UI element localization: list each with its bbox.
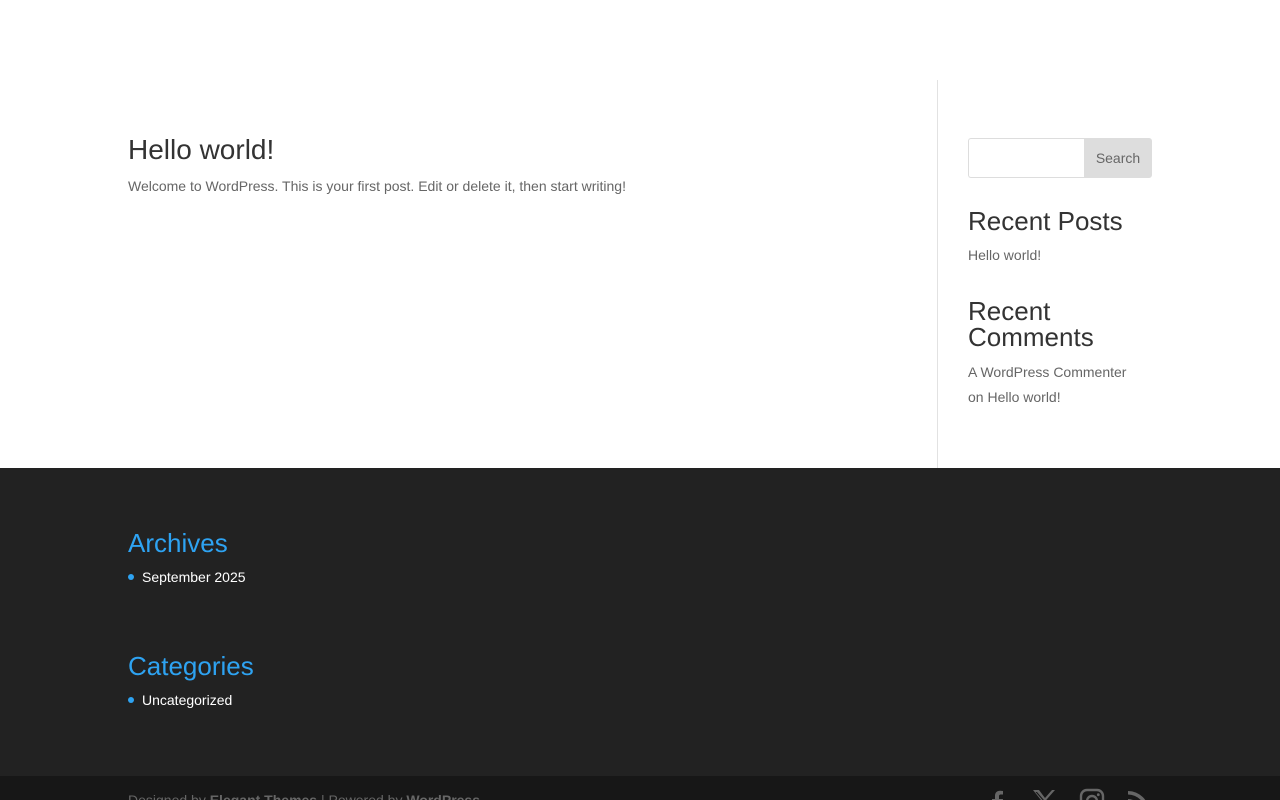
- recent-comments-title: Recent Comments: [968, 296, 1094, 352]
- platform-link[interactable]: WordPress: [406, 792, 480, 800]
- recent-comment-post-line: on Hello world!: [968, 387, 1061, 407]
- page: Hello world! Welcome to WordPress. This …: [0, 0, 1280, 800]
- archives-title: Archives: [128, 528, 228, 558]
- bullet-icon: [128, 574, 134, 581]
- category-link[interactable]: Uncategorized: [142, 692, 232, 708]
- search-input[interactable]: [968, 138, 1085, 178]
- list-item: Uncategorized: [128, 690, 232, 710]
- comment-on-label: on: [968, 389, 984, 405]
- categories-title: Categories: [128, 651, 254, 681]
- site-header: [0, 0, 1280, 80]
- theme-author-link[interactable]: Elegant Themes: [210, 792, 317, 800]
- recent-posts-title: Recent Posts: [968, 206, 1123, 236]
- powered-by-label: | Powered by: [320, 792, 403, 800]
- sidebar-divider: [937, 80, 938, 468]
- bullet-icon: [128, 697, 134, 704]
- sidebar: Search Recent Posts Hello world! Recent …: [968, 80, 1152, 468]
- rss-icon[interactable]: [1126, 788, 1152, 800]
- main-area: Hello world! Welcome to WordPress. This …: [0, 80, 1280, 468]
- post-content: Hello world! Welcome to WordPress. This …: [128, 80, 908, 468]
- footer-credits: Designed by Elegant Themes | Powered by …: [128, 790, 480, 800]
- footer-widgets: Archives September 2025 Categories Uncat…: [0, 468, 1280, 776]
- recent-comment-author-line: A WordPress Commenter: [968, 362, 1126, 382]
- comment-post-link[interactable]: Hello world!: [987, 389, 1060, 405]
- recent-post-link[interactable]: Hello world!: [968, 245, 1041, 265]
- list-item: September 2025: [128, 567, 246, 587]
- designed-by-label: Designed by: [128, 792, 206, 800]
- facebook-icon[interactable]: [984, 788, 1010, 800]
- instagram-icon[interactable]: [1079, 788, 1105, 800]
- archive-link[interactable]: September 2025: [142, 569, 246, 585]
- bottom-bar: Designed by Elegant Themes | Powered by …: [0, 776, 1280, 800]
- post-excerpt: Welcome to WordPress. This is your first…: [128, 178, 626, 194]
- post-title[interactable]: Hello world!: [128, 132, 274, 168]
- search-button[interactable]: Search: [1084, 138, 1152, 178]
- x-icon[interactable]: [1031, 788, 1057, 800]
- comment-author-link[interactable]: A WordPress Commenter: [968, 364, 1126, 380]
- search-form: Search: [968, 138, 1152, 178]
